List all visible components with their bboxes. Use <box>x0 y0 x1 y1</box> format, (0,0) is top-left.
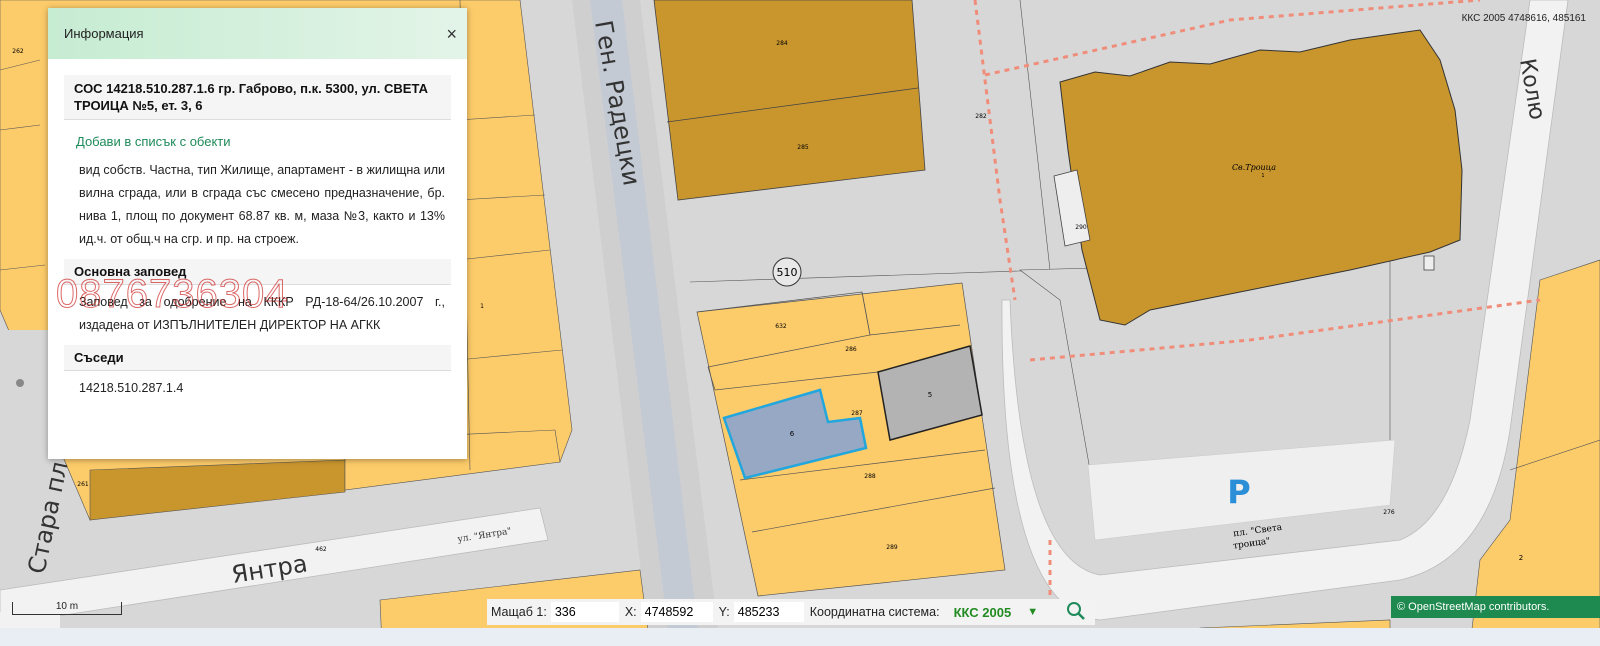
parcel-276-label: 276 <box>1383 509 1395 516</box>
chevron-down-icon[interactable]: ▼ <box>1027 606 1038 618</box>
object-title: СОС 14218.510.287.1.6 гр. Габрово, п.к. … <box>64 75 451 120</box>
parcel-286-label: 286 <box>845 346 857 353</box>
info-panel-header: Информация × <box>48 8 467 59</box>
parcel-289-label: 289 <box>886 544 898 551</box>
parcel-288-label: 288 <box>864 473 876 480</box>
order-text: Заповед за одобрение на КККР РД-18-64/26… <box>79 295 445 332</box>
scale-label: Мащаб 1: <box>491 605 547 619</box>
building-5-label: 5 <box>928 391 932 399</box>
parcel-2-label: 2 <box>1519 554 1523 562</box>
order-heading: Основна заповед <box>64 259 451 285</box>
parcel-285-label: 285 <box>797 144 809 151</box>
parcel-284-label: 284 <box>776 40 788 47</box>
parcel-1-label: 1 <box>480 303 484 310</box>
add-to-list-link[interactable]: Добави в списък с обекти <box>76 134 439 149</box>
x-label: X: <box>624 605 637 619</box>
bottom-strip <box>0 628 1600 646</box>
info-panel-title: Информация <box>64 26 144 41</box>
church-label: Св.Троица <box>1232 163 1276 172</box>
church-number-label: 1 <box>1261 173 1264 179</box>
building-6-label: 6 <box>790 430 795 438</box>
parcel-262-label: 262 <box>12 48 24 55</box>
close-icon[interactable]: × <box>446 25 457 43</box>
x-coordinate-input[interactable] <box>640 602 713 622</box>
neighbors-heading: Съседи <box>64 345 451 371</box>
parcel-261-label: 261 <box>77 481 89 488</box>
crs-label: Координатна система: <box>809 605 940 619</box>
search-icon[interactable] <box>1066 601 1086 624</box>
coordinate-readout: ККС 2005 4748616, 485161 <box>1461 13 1586 24</box>
block-510-label: 510 <box>777 266 798 279</box>
parcel-290-label: 290 <box>1075 224 1087 231</box>
crs-select[interactable]: ККС 2005 <box>954 605 1012 620</box>
bottom-toolbar: Мащаб 1: X: Y: Координатна система: ККС … <box>487 599 1095 625</box>
parcel-287-label: 287 <box>851 410 863 417</box>
parcel-462-label: 462 <box>315 546 327 553</box>
scale-input[interactable] <box>550 602 619 622</box>
parking-icon: P <box>1227 473 1250 511</box>
parcel-282-label: 282 <box>975 113 987 120</box>
osm-attribution[interactable]: © OpenStreetMap contributors. <box>1391 596 1600 618</box>
neighbor-item[interactable]: 14218.510.287.1.4 <box>64 377 451 400</box>
scale-bar: 10 m <box>12 602 122 615</box>
object-description: вид собств. Частна, тип Жилище, апартаме… <box>79 163 445 246</box>
info-panel: Информация × СОС 14218.510.287.1.6 гр. Г… <box>48 8 467 459</box>
y-label: Y: <box>718 605 730 619</box>
y-coordinate-input[interactable] <box>733 602 804 622</box>
parcel-632-label: 632 <box>775 323 787 330</box>
